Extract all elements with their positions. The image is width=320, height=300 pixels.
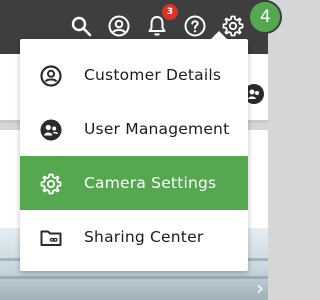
search-icon[interactable] <box>68 13 94 39</box>
menu-item-camera-settings[interactable]: Camera Settings <box>20 156 248 210</box>
chevron-right-icon[interactable]: › <box>256 278 264 298</box>
menu-item-label: Camera Settings <box>84 174 217 192</box>
account-icon[interactable] <box>106 13 132 39</box>
users-icon <box>39 118 63 142</box>
help-icon[interactable] <box>182 13 208 39</box>
settings-dropdown-menu: Customer Details User Management Camera … <box>20 39 248 271</box>
folder-link-icon <box>39 226 63 250</box>
user-avatar[interactable]: 4 <box>248 0 282 34</box>
person-circle-icon <box>39 64 63 88</box>
gear-icon <box>39 172 63 196</box>
menu-item-label: Sharing Center <box>84 228 204 246</box>
menu-item-sharing-center[interactable]: Sharing Center <box>20 210 248 264</box>
menu-item-label: Customer Details <box>84 66 222 84</box>
menu-caret <box>211 31 227 39</box>
menu-item-label: User Management <box>84 120 230 138</box>
menu-item-user-management[interactable]: User Management <box>20 102 248 156</box>
photo-detail <box>0 276 268 279</box>
menu-item-customer-details[interactable]: Customer Details <box>20 48 248 102</box>
notification-count-badge: 3 <box>162 4 178 20</box>
